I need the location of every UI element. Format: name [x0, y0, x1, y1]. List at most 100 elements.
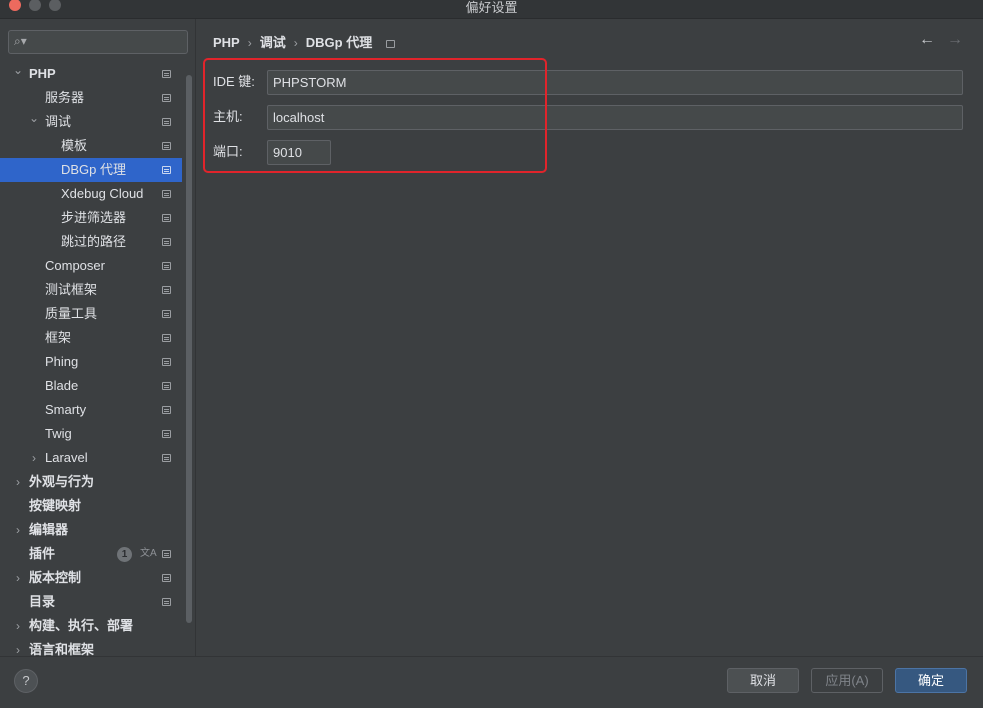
breadcrumb-item-dbgp-proxy: DBGp 代理 [305, 35, 373, 50]
sidebar-item[interactable]: 按键映射 [0, 494, 182, 518]
settings-scope-icon [162, 94, 171, 102]
sidebar-scrollbar[interactable] [186, 75, 192, 623]
sidebar-item-label: 质量工具 [45, 306, 98, 321]
settings-scope-icon [162, 598, 171, 606]
sidebar-item-label: 测试框架 [45, 282, 98, 297]
window-title: 偏好设置 [465, 0, 518, 15]
sidebar-item-label: 模板 [61, 138, 88, 153]
settings-search-input[interactable]: ⌕▾ [8, 30, 188, 54]
sidebar-item-label: 目录 [29, 594, 56, 609]
ok-button[interactable]: 确定 [895, 668, 967, 693]
settings-scope-icon [162, 430, 171, 438]
sidebar-item-label: DBGp 代理 [61, 162, 127, 177]
settings-scope-icon [162, 406, 171, 414]
sidebar-item-label: Smarty [45, 402, 87, 417]
settings-scope-icon [162, 286, 171, 294]
sidebar-item[interactable]: Twig [0, 422, 182, 446]
chevron-right-icon[interactable]: › [12, 470, 24, 494]
cancel-button[interactable]: 取消 [727, 668, 799, 693]
sidebar-item-label: 框架 [45, 330, 72, 345]
sidebar-item-label: 版本控制 [29, 570, 82, 585]
update-count-badge: 1 [117, 547, 132, 562]
preferences-window: 偏好设置 ⌕▾ ⌄ PHP 服务器 ⌄ 调试 模板 DBGp 代理 Xdebug Cloud 步… [0, 0, 983, 708]
sidebar-item-label: 步进筛选器 [61, 210, 127, 225]
settings-scope-icon [162, 334, 171, 342]
breadcrumb: PHP › 调试 › DBGp 代理 [213, 34, 396, 52]
dialog-footer: ? 取消 应用(A) 确定 [0, 656, 983, 708]
sidebar-item-label: Composer [45, 258, 105, 273]
settings-scope-icon [162, 214, 171, 222]
sidebar-item-label: 按键映射 [29, 498, 82, 513]
apply-button[interactable]: 应用(A) [811, 668, 883, 693]
settings-scope-icon [162, 166, 171, 174]
chevron-right-icon[interactable]: › [12, 638, 24, 656]
sidebar-item-label: 构建、执行、部署 [29, 618, 134, 633]
sidebar-item-label: 编辑器 [29, 522, 69, 537]
sidebar-item-label: 插件 [29, 546, 56, 561]
sidebar-item[interactable]: 质量工具 [0, 302, 182, 326]
sidebar-item-label: 外观与行为 [29, 474, 95, 489]
settings-scope-icon [162, 454, 171, 462]
settings-scope-icon [162, 382, 171, 390]
settings-scope-icon [162, 70, 171, 78]
translate-icon: 文A [140, 548, 157, 559]
sidebar-item[interactable]: › 编辑器 [0, 518, 182, 542]
sidebar-item[interactable]: 插件 1 文A [0, 542, 182, 566]
settings-scope-icon [386, 40, 396, 48]
sidebar-item[interactable]: Composer [0, 254, 182, 278]
sidebar-item[interactable]: 测试框架 [0, 278, 182, 302]
sidebar-item[interactable]: › 外观与行为 [0, 470, 182, 494]
sidebar-item[interactable]: Phing [0, 350, 182, 374]
chevron-right-icon[interactable]: › [12, 566, 24, 590]
settings-scope-icon [162, 262, 171, 270]
sidebar-item-label: 服务器 [45, 90, 85, 105]
chevron-right-icon[interactable]: › [28, 446, 40, 470]
title-bar: 偏好设置 [0, 0, 983, 19]
sidebar-item-label: 语言和框架 [29, 642, 95, 656]
sidebar-item[interactable]: › 版本控制 [0, 566, 182, 590]
settings-scope-icon [162, 238, 171, 246]
chevron-down-icon[interactable]: ⌄ [28, 106, 40, 130]
chevron-down-icon[interactable]: ⌄ [12, 58, 24, 82]
sidebar-item[interactable]: Xdebug Cloud [0, 182, 182, 206]
settings-scope-icon [162, 310, 171, 318]
back-arrow-icon[interactable]: ← [919, 31, 935, 49]
settings-scope-icon [162, 550, 171, 558]
sidebar-item[interactable]: 步进筛选器 [0, 206, 182, 230]
settings-scope-icon [162, 574, 171, 582]
settings-sidebar: ⌕▾ ⌄ PHP 服务器 ⌄ 调试 模板 DBGp 代理 Xdebug Cloud 步进筛选器跳… [0, 19, 196, 656]
sidebar-item[interactable]: Smarty [0, 398, 182, 422]
settings-scope-icon [162, 142, 171, 150]
sidebar-item[interactable]: 目录 [0, 590, 182, 614]
sidebar-item[interactable]: 跳过的路径 [0, 230, 182, 254]
search-icon: ⌕▾ [14, 34, 27, 48]
sidebar-item[interactable]: › 构建、执行、部署 [0, 614, 182, 638]
sidebar-item[interactable]: 框架 [0, 326, 182, 350]
annotation-highlight-box [203, 58, 547, 173]
sidebar-item-label: Twig [45, 426, 72, 441]
sidebar-item[interactable]: DBGp 代理 [0, 158, 182, 182]
sidebar-item[interactable]: › 语言和框架 [0, 638, 182, 656]
sidebar-item-label: Phing [45, 354, 79, 369]
sidebar-item-label: Laravel [45, 450, 88, 465]
breadcrumb-item-php[interactable]: PHP [213, 34, 240, 52]
sidebar-item-label: Blade [45, 378, 79, 393]
chevron-right-icon[interactable]: › [12, 518, 24, 542]
sidebar-item[interactable]: Blade [0, 374, 182, 398]
chevron-right-icon[interactable]: › [12, 614, 24, 638]
sidebar-item[interactable]: 模板 [0, 134, 182, 158]
settings-content: PHP › 调试 › DBGp 代理 ← → IDE 键: PHPSTORM 主机: l… [197, 19, 983, 656]
sidebar-item[interactable]: ⌄ PHP [0, 62, 182, 86]
settings-scope-icon [162, 358, 171, 366]
chevron-right-icon: › [247, 36, 252, 50]
breadcrumb-item-debug[interactable]: 调试 [260, 34, 286, 52]
sidebar-item[interactable]: ⌄ 调试 [0, 110, 182, 134]
sidebar-item-label: Xdebug Cloud [61, 186, 144, 201]
help-button[interactable]: ? [14, 669, 38, 693]
sidebar-item[interactable]: › Laravel [0, 446, 182, 470]
sidebar-item-label: PHP [29, 66, 56, 81]
chevron-right-icon: › [293, 36, 298, 50]
forward-arrow-icon[interactable]: → [947, 31, 963, 49]
settings-scope-icon [162, 118, 171, 126]
settings-scope-icon [162, 190, 171, 198]
